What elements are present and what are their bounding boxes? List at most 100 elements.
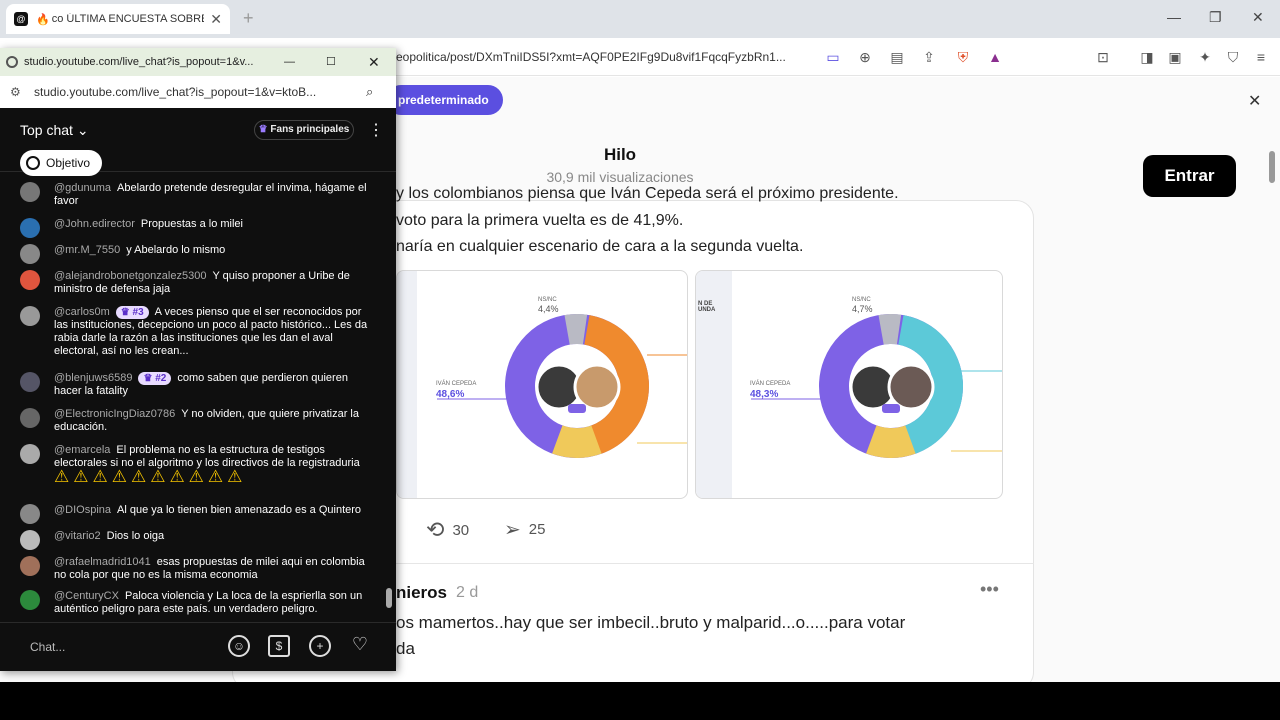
fan-rank-badge: ♛ #3	[115, 306, 149, 319]
post-text-line-1: y los colombianos piensa que Iván Cepeda…	[396, 185, 899, 202]
chat-message[interactable]: @blenjuws6589 ♛ #2 como saben que perdiero…	[20, 372, 370, 398]
avatar[interactable]	[20, 408, 40, 428]
restore-window-icon[interactable]: ❐	[1209, 9, 1222, 26]
default-browser-pill[interactable]: predeterminado	[386, 85, 503, 115]
chat-author[interactable]: @vitario2	[54, 530, 101, 542]
repost-button[interactable]: ⟲ 30	[426, 517, 469, 543]
thread-views: 30,9 mil visualizaciones	[546, 169, 694, 185]
popup-minimize-icon[interactable]: —	[284, 48, 295, 76]
add-icon[interactable]: +	[309, 635, 331, 657]
fans-label: Fans principales	[270, 124, 350, 135]
chat-author[interactable]: @mr.M_7550	[54, 244, 120, 256]
leo-ai-icon[interactable]: ✦	[1196, 48, 1214, 66]
poll-chart-image-1[interactable]: IVÁN CEPEDA 48,6% NS/NC 4,4%	[396, 270, 688, 499]
new-tab-icon[interactable]: +	[243, 8, 254, 29]
avatar[interactable]	[20, 590, 40, 610]
chat-messages[interactable]: @gdunuma Abelardo pretende desregular el …	[0, 182, 396, 622]
super-chat-icon[interactable]: $	[268, 635, 290, 657]
avatar[interactable]	[20, 504, 40, 524]
avatar[interactable]	[20, 444, 40, 464]
fan-rank-label: #2	[155, 373, 167, 384]
poll-chart-image-2[interactable]: N DE UNDA IVÁN CEPEDA 48,3% NS/NC 4,7%	[695, 270, 1003, 499]
minimize-window-icon[interactable]: —	[1167, 9, 1181, 25]
chat-message[interactable]: @John.edirector Propuestas a lo milei	[20, 218, 370, 238]
chat-more-icon[interactable]: ⋮	[368, 120, 384, 140]
chat-message[interactable]: @rafaelmadrid1041 esas propuestas de mile…	[20, 556, 370, 582]
crown-icon: ♛	[143, 373, 156, 384]
reply-more-icon[interactable]: •••	[980, 579, 999, 600]
avatar[interactable]	[20, 556, 40, 576]
browser-tab[interactable]: @ 🔥 co ÚLTIMA ENCUESTA SOBRE ✕	[6, 4, 230, 34]
popup-zoom-icon[interactable]: ⌕	[366, 76, 373, 108]
avatar[interactable]	[20, 306, 40, 326]
banner-close-icon[interactable]: ✕	[1248, 91, 1261, 111]
popup-url-bar[interactable]: ⚙ studio.youtube.com/live_chat?is_popout…	[0, 76, 396, 108]
thread-header: Hilo 30,9 mil visualizaciones	[500, 145, 740, 185]
chat-author[interactable]: @gdunuma	[54, 182, 111, 194]
chat-message[interactable]: @DIOspina Al que ya lo tienen bien amenaz…	[20, 504, 370, 524]
sidebar-toggle-icon[interactable]: ⊡	[1094, 48, 1112, 66]
fan-rank-label: #3	[132, 307, 144, 318]
share-icon[interactable]: ⇪	[920, 48, 938, 66]
page-scrollbar[interactable]	[1266, 129, 1278, 679]
chat-message[interactable]: @gdunuma Abelardo pretende desregular el …	[20, 182, 370, 208]
chat-message[interactable]: @carlos0m ♛ #3 A veces pienso que el ser r…	[20, 306, 370, 358]
login-button[interactable]: Entrar	[1143, 155, 1236, 197]
chat-author[interactable]: @rafaelmadrid1041	[54, 556, 151, 568]
close-window-icon[interactable]: ✕	[1252, 9, 1264, 26]
chat-message[interactable]: @ElectronicIngDiaz0786 Y no olviden, que …	[20, 408, 370, 434]
avatar[interactable]	[20, 530, 40, 550]
reader-icon[interactable]: ▤	[888, 48, 906, 66]
chat-scrollbar[interactable]	[386, 588, 392, 608]
chat-author[interactable]: @blenjuws6589	[54, 372, 132, 384]
menu-icon[interactable]: ≡	[1252, 48, 1270, 66]
post-text-line-2: voto para la primera vuelta es de 41,9%.	[396, 212, 684, 229]
live-chat-popup: studio.youtube.com/live_chat?is_popout=1…	[0, 48, 396, 671]
share-post-button[interactable]: ➢ 25	[504, 517, 545, 542]
chat-message[interactable]: @emarcela El problema no es la estructura…	[20, 444, 370, 485]
chat-author[interactable]: @carlos0m	[54, 306, 110, 318]
reply-text-line-2: da	[396, 639, 415, 658]
avatar[interactable]	[20, 270, 40, 290]
fan-rank-badge: ♛ #2	[138, 372, 172, 385]
objetivo-label: Objetivo	[46, 156, 91, 170]
reply-author[interactable]: nieros	[396, 583, 447, 603]
fans-button[interactable]: ♛ Fans principales	[254, 120, 354, 140]
cast-icon[interactable]: ▭	[824, 48, 842, 66]
avatar[interactable]	[20, 372, 40, 392]
popup-close-icon[interactable]: ✕	[368, 48, 380, 76]
chat-author[interactable]: @John.edirector	[54, 218, 135, 230]
url-field[interactable]: eopolitica/post/DXmTniIDS5I?xmt=AQF0PE2I…	[396, 46, 816, 68]
chat-author[interactable]: @CenturyCX	[54, 590, 119, 602]
avatar[interactable]	[20, 182, 40, 202]
globe-icon	[6, 56, 18, 68]
wallet-icon[interactable]: ▣	[1166, 48, 1184, 66]
top-chat-selector[interactable]: Top chat ⌄	[20, 122, 89, 139]
site-settings-icon[interactable]: ⚙	[10, 76, 21, 108]
objetivo-button[interactable]: Objetivo	[20, 150, 102, 176]
chat-message[interactable]: @vitario2 Dios lo oiga	[20, 530, 370, 550]
brave-shield-icon[interactable]: ⛨	[954, 48, 972, 66]
chat-author[interactable]: @ElectronicIngDiaz0786	[54, 408, 175, 420]
chat-author[interactable]: @alejandrobonetgonzalez5300	[54, 270, 206, 282]
avatar[interactable]	[20, 244, 40, 264]
zoom-icon[interactable]: ⊕	[856, 48, 874, 66]
chat-text: Dios lo oiga	[106, 530, 165, 542]
chart2-ivan-value: 48,3%	[750, 389, 779, 400]
heart-icon[interactable]: ♡	[349, 635, 371, 657]
avatar[interactable]	[20, 218, 40, 238]
tab-close-icon[interactable]: ✕	[210, 11, 222, 28]
vpn-icon[interactable]: ⛉	[1224, 48, 1242, 66]
brave-rewards-icon[interactable]: ▲	[986, 48, 1004, 66]
emoji-icon[interactable]: ☺	[228, 635, 250, 657]
chat-author[interactable]: @DIOspina	[54, 504, 111, 516]
split-view-icon[interactable]: ◨	[1138, 48, 1156, 66]
chat-input[interactable]: Chat...	[20, 633, 220, 661]
chat-message[interactable]: @CenturyCX Paloca violencia y La loca de …	[20, 590, 370, 616]
chat-header: Top chat ⌄ ♛ Fans principales ⋮ Objetivo	[0, 108, 396, 176]
chat-author[interactable]: @emarcela	[54, 444, 110, 456]
chat-text: Propuestas a lo milei	[140, 218, 243, 230]
chat-message[interactable]: @mr.M_7550 y Abelardo lo mismo	[20, 244, 370, 264]
popup-maximize-icon[interactable]: ☐	[326, 48, 336, 76]
chat-message[interactable]: @alejandrobonetgonzalez5300 Y quiso propo…	[20, 270, 370, 296]
